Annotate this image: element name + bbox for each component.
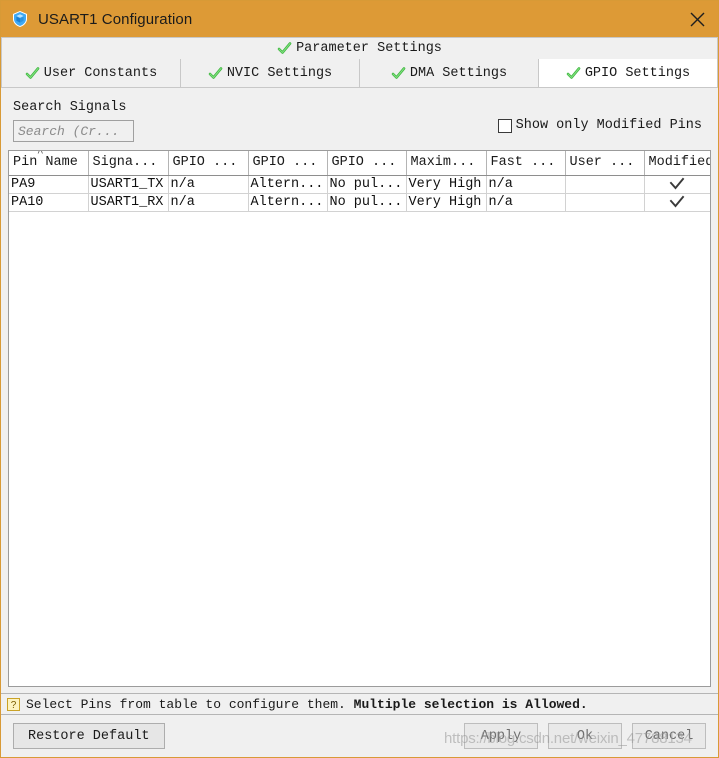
green-check-icon	[25, 66, 40, 79]
window-title: USART1 Configuration	[38, 10, 193, 28]
restore-default-button[interactable]: Restore Default	[13, 723, 165, 749]
status-message-bold: Multiple selection is Allowed.	[353, 696, 588, 712]
column-header-gpio-pull[interactable]: GPIO ...	[327, 151, 407, 176]
search-signals-label: Search Signals	[13, 100, 127, 115]
tab-dma-settings[interactable]: DMA Settings	[360, 59, 539, 87]
tab-label: DMA Settings	[409, 65, 508, 81]
checkbox-box-icon	[497, 118, 512, 133]
cell-gpio-2: Altern...	[248, 175, 328, 194]
status-message: Select Pins from table to configure them…	[26, 697, 588, 712]
green-check-icon	[391, 66, 406, 79]
show-only-modified-pins-label: Show only Modified Pins	[515, 118, 702, 133]
tab-nvic-settings[interactable]: NVIC Settings	[181, 59, 360, 87]
tab-gpio-settings[interactable]: GPIO Settings	[539, 59, 717, 87]
check-mark-icon	[669, 177, 685, 190]
column-header-pin-name[interactable]: ^ Pin Name	[9, 151, 89, 176]
cell-maximum: Very High	[406, 193, 487, 212]
table-row[interactable]: PA10 USART1_RX n/a Altern... No pul... V…	[9, 193, 710, 212]
tab-row-secondary: User Constants NVIC Settings DMA Setting…	[1, 59, 718, 87]
cell-signal: USART1_RX	[88, 193, 169, 212]
cell-user	[565, 193, 645, 212]
green-check-icon	[277, 42, 292, 54]
cancel-button[interactable]: Cancel	[632, 723, 706, 749]
close-button[interactable]	[682, 4, 712, 34]
cell-maximum: Very High	[406, 175, 487, 194]
column-header-maximum-speed[interactable]: Maxim...	[406, 151, 487, 176]
column-header-signal[interactable]: Signa...	[88, 151, 169, 176]
column-header-gpio-mode[interactable]: GPIO ...	[168, 151, 249, 176]
table-empty-area	[9, 211, 710, 686]
column-header-modified[interactable]: Modified	[644, 151, 710, 176]
cell-fast: n/a	[486, 193, 566, 212]
cell-modified	[644, 193, 710, 212]
tab-label: GPIO Settings	[584, 65, 691, 81]
column-header-gpio-mode-2[interactable]: GPIO ...	[248, 151, 328, 176]
cell-signal: USART1_TX	[88, 175, 169, 194]
table-row[interactable]: PA9 USART1_TX n/a Altern... No pul... Ve…	[9, 175, 710, 194]
titlebar: USART1 Configuration	[1, 1, 718, 37]
cell-gpio-2: Altern...	[248, 193, 328, 212]
cell-user	[565, 175, 645, 194]
status-bar: ? Select Pins from table to configure th…	[1, 693, 718, 715]
dialog-action-buttons: Apply Ok Cancel	[464, 723, 706, 749]
cell-pin-name: PA10	[9, 193, 89, 212]
tab-label: Parameter Settings	[296, 41, 442, 56]
status-message-normal: Select Pins from table to configure them…	[26, 696, 354, 712]
tab-bar: Parameter Settings User Constants NVIC S…	[1, 37, 718, 88]
check-mark-icon	[669, 195, 685, 208]
tab-label: NVIC Settings	[226, 65, 333, 81]
search-area: Search Signals Show only Modified Pins	[1, 88, 718, 150]
shield-icon	[13, 11, 27, 27]
sort-ascending-icon: ^	[37, 151, 44, 160]
gpio-settings-panel: Search Signals Show only Modified Pins ^…	[1, 88, 718, 757]
svg-text:?: ?	[11, 700, 17, 711]
column-header-user-label[interactable]: User ...	[565, 151, 645, 176]
show-only-modified-pins-checkbox[interactable]: Show only Modified Pins	[497, 118, 702, 133]
tab-parameter-settings[interactable]: Parameter Settings	[271, 38, 448, 59]
search-input[interactable]	[13, 120, 134, 142]
tab-user-constants[interactable]: User Constants	[2, 59, 181, 87]
usart1-configuration-window: USART1 Configuration Parameter Settings	[0, 0, 719, 758]
cell-modified	[644, 175, 710, 194]
tab-label: User Constants	[43, 65, 158, 81]
column-header-label: Pin Name	[13, 155, 78, 171]
green-check-icon	[566, 66, 581, 79]
cell-gpio-1: n/a	[168, 175, 249, 194]
cell-gpio-3: No pul...	[327, 175, 407, 194]
apply-button[interactable]: Apply	[464, 723, 538, 749]
cell-fast: n/a	[486, 175, 566, 194]
cell-gpio-1: n/a	[168, 193, 249, 212]
help-question-icon: ?	[7, 697, 20, 711]
column-header-fast-mode[interactable]: Fast ...	[486, 151, 566, 176]
tab-row-primary: Parameter Settings	[1, 37, 718, 59]
pin-table: ^ Pin Name Signa... GPIO ... GPIO ... GP…	[9, 151, 710, 212]
ok-button[interactable]: Ok	[548, 723, 622, 749]
green-check-icon	[208, 66, 223, 79]
cell-pin-name: PA9	[9, 175, 89, 194]
cell-gpio-3: No pul...	[327, 193, 407, 212]
pin-table-container[interactable]: ^ Pin Name Signa... GPIO ... GPIO ... GP…	[8, 150, 711, 687]
footer-button-bar: Restore Default Apply Ok Cancel	[1, 715, 718, 757]
table-header-row: ^ Pin Name Signa... GPIO ... GPIO ... GP…	[9, 151, 710, 176]
close-icon	[690, 12, 704, 26]
